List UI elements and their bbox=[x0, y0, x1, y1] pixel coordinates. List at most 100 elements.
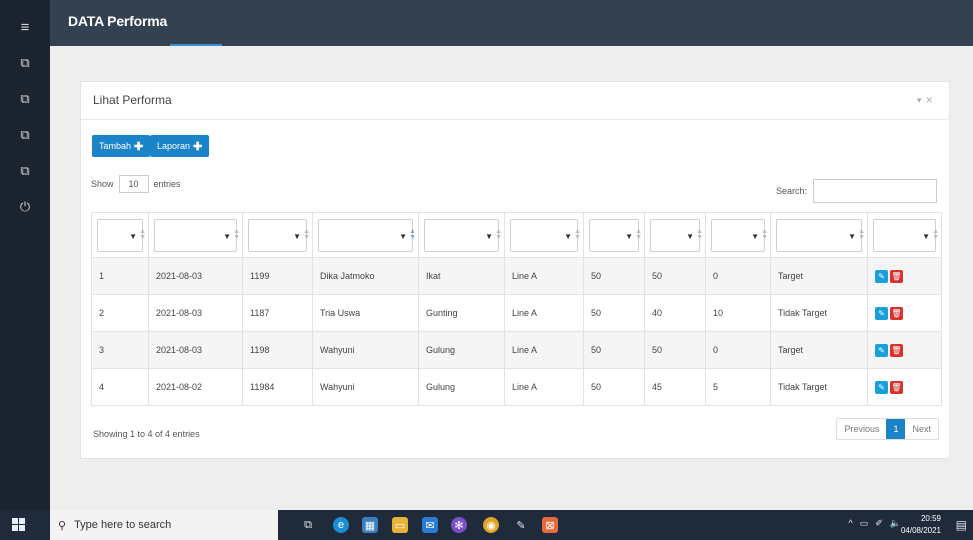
previous-button[interactable]: Previous bbox=[837, 419, 886, 439]
cell-status: Tidak Target bbox=[770, 294, 868, 332]
edit-icon[interactable]: ✎ bbox=[875, 269, 888, 283]
clock-time: 20:59 bbox=[920, 514, 941, 523]
report-button[interactable]: Laporan ✚ bbox=[150, 135, 210, 157]
windows-start-icon[interactable] bbox=[12, 518, 25, 531]
panel-title: Lihat Performa bbox=[93, 93, 172, 107]
plus-icon: ✚ bbox=[134, 140, 144, 153]
edge-icon[interactable]: e bbox=[333, 517, 349, 533]
copy-icon[interactable]: ⧉ bbox=[0, 158, 50, 184]
cell-no: 2 bbox=[91, 294, 149, 332]
menu-icon[interactable]: ≡ bbox=[0, 14, 50, 40]
cell-no: 1 bbox=[91, 257, 149, 295]
cell-no: 3 bbox=[91, 331, 149, 369]
length-control: Show 10 entries bbox=[91, 175, 181, 193]
page-title: DATA Performa bbox=[68, 13, 168, 29]
app-icon[interactable]: ✻ bbox=[451, 517, 467, 533]
pen-icon[interactable]: ✐ bbox=[875, 518, 883, 529]
column-header[interactable]: ▼ ▲ ▼ bbox=[504, 212, 584, 258]
task-view-icon[interactable]: ⧉ bbox=[300, 517, 316, 533]
chevron-down-icon: ▼ bbox=[922, 231, 930, 241]
cell-process: Gunting bbox=[418, 294, 505, 332]
cell-id: 1187 bbox=[242, 294, 313, 332]
chevron-down-icon: ▼ bbox=[293, 231, 301, 241]
cell-no: 4 bbox=[91, 368, 149, 406]
trash-icon[interactable]: 🗑 bbox=[890, 269, 903, 283]
network-icon[interactable]: ▭ bbox=[860, 518, 869, 529]
clock[interactable]: 20:59 04/08/2021 bbox=[901, 513, 941, 537]
sort-icon: ▲ ▼ bbox=[858, 228, 865, 241]
cell-name: Wahyuni bbox=[312, 331, 419, 369]
top-bar: DATA Performa bbox=[50, 0, 973, 46]
volume-icon[interactable]: 🔈 bbox=[890, 518, 901, 529]
chevron-down-icon: ▼ bbox=[751, 231, 759, 241]
chevron-down-icon: ▼ bbox=[686, 231, 694, 241]
add-button[interactable]: Tambah ✚ bbox=[92, 135, 151, 157]
power-icon[interactable]: ⏻ bbox=[0, 194, 50, 220]
column-filter-select[interactable]: ▼ bbox=[97, 218, 143, 252]
column-header[interactable]: ▼ ▲ ▼ bbox=[91, 212, 149, 258]
cell-status: Target bbox=[770, 257, 868, 295]
edit-icon[interactable]: ✎ bbox=[875, 380, 888, 394]
column-header[interactable]: ▼ ▲ ▼ bbox=[705, 212, 771, 258]
file-explorer-icon[interactable]: ▭ bbox=[392, 517, 408, 533]
column-filter-select[interactable]: ▼ bbox=[711, 218, 765, 252]
column-filter-select[interactable]: ▼ bbox=[873, 218, 936, 252]
cell-name: Wahyuni bbox=[312, 368, 419, 406]
trash-icon[interactable]: 🗑 bbox=[890, 380, 903, 394]
chevron-down-icon: ▼ bbox=[485, 231, 493, 241]
chevron-down-icon: ▼ bbox=[129, 231, 137, 241]
column-header[interactable]: ▼ ▲ ▼ bbox=[644, 212, 706, 258]
column-header[interactable]: ▼ ▲ ▼ bbox=[242, 212, 313, 258]
column-filter-select[interactable]: ▼ bbox=[776, 218, 862, 252]
column-header[interactable]: ▼ ▲ ▼ bbox=[418, 212, 505, 258]
column-filter-select[interactable]: ▼ bbox=[650, 218, 700, 252]
search-icon: ⚲ bbox=[58, 519, 67, 532]
paint-icon[interactable]: ✎ bbox=[513, 517, 529, 533]
table-row: 3 2021-08-03 1198 Wahyuni Gulung Line A … bbox=[91, 331, 942, 369]
taskbar: ⚲ Type here to search ⧉ e ▦ ▭ ✉ ✻ ◉ ✎ ⊠ … bbox=[0, 510, 973, 540]
column-filter-select[interactable]: ▼ bbox=[154, 218, 237, 252]
sidebar: ≡ ⧉ ⧉ ⧉ ⧉ ⏻ bbox=[0, 0, 50, 510]
entries-select[interactable]: 10 bbox=[118, 175, 149, 193]
search-input[interactable] bbox=[813, 179, 937, 203]
column-filter-select[interactable]: ▼ bbox=[510, 218, 578, 252]
column-header[interactable]: ▼ ▲ ▼ bbox=[770, 212, 868, 258]
system-tray: ^ ▭ ✐ 🔈 bbox=[848, 518, 901, 529]
copy-icon[interactable]: ⧉ bbox=[0, 122, 50, 148]
divider bbox=[81, 119, 949, 120]
close-icon[interactable]: ✕ bbox=[925, 95, 937, 105]
column-filter-select[interactable]: ▼ bbox=[589, 218, 639, 252]
mail-icon[interactable]: ✉ bbox=[422, 517, 438, 533]
cell-name: Tria Uswa bbox=[312, 294, 419, 332]
notification-icon[interactable]: ▤ bbox=[956, 518, 967, 532]
chevron-down-icon: ▼ bbox=[625, 231, 633, 241]
column-header[interactable]: ▼ ▲ ▼ bbox=[583, 212, 645, 258]
cell-target: 50 bbox=[583, 294, 645, 332]
copy-icon[interactable]: ⧉ bbox=[0, 50, 50, 76]
report-button-label: Laporan bbox=[157, 141, 191, 151]
column-header[interactable]: ▼ ▲ ▼ bbox=[312, 212, 419, 258]
column-filter-select[interactable]: ▼ bbox=[248, 218, 307, 252]
table-row: 2 2021-08-03 1187 Tria Uswa Gunting Line… bbox=[91, 294, 942, 332]
sort-icon: ▲ ▼ bbox=[635, 228, 642, 241]
next-button[interactable]: Next bbox=[905, 419, 938, 439]
column-header[interactable]: ▼ ▲ ▼ bbox=[867, 212, 942, 258]
chrome-icon[interactable]: ◉ bbox=[483, 517, 499, 533]
edit-icon[interactable]: ✎ bbox=[875, 306, 888, 320]
trash-icon[interactable]: 🗑 bbox=[890, 343, 903, 357]
edit-icon[interactable]: ✎ bbox=[875, 343, 888, 357]
chevron-down-icon: ▼ bbox=[399, 231, 407, 241]
trash-icon[interactable]: 🗑 bbox=[890, 306, 903, 320]
add-button-label: Tambah bbox=[99, 141, 132, 151]
chevron-up-icon[interactable]: ^ bbox=[848, 518, 852, 529]
copy-icon[interactable]: ⧉ bbox=[0, 86, 50, 112]
xampp-icon[interactable]: ⊠ bbox=[542, 517, 558, 533]
taskbar-search[interactable]: ⚲ Type here to search bbox=[50, 510, 278, 540]
page-1-button[interactable]: 1 bbox=[886, 419, 906, 439]
cell-actions: ✎ 🗑 bbox=[867, 294, 942, 332]
column-filter-select[interactable]: ▼ bbox=[424, 218, 499, 252]
calendar-icon[interactable]: ▦ bbox=[362, 517, 378, 533]
column-filter-select[interactable]: ▼ bbox=[318, 218, 413, 252]
column-header[interactable]: ▼ ▲ ▼ bbox=[148, 212, 243, 258]
entries-label: entries bbox=[153, 179, 181, 189]
